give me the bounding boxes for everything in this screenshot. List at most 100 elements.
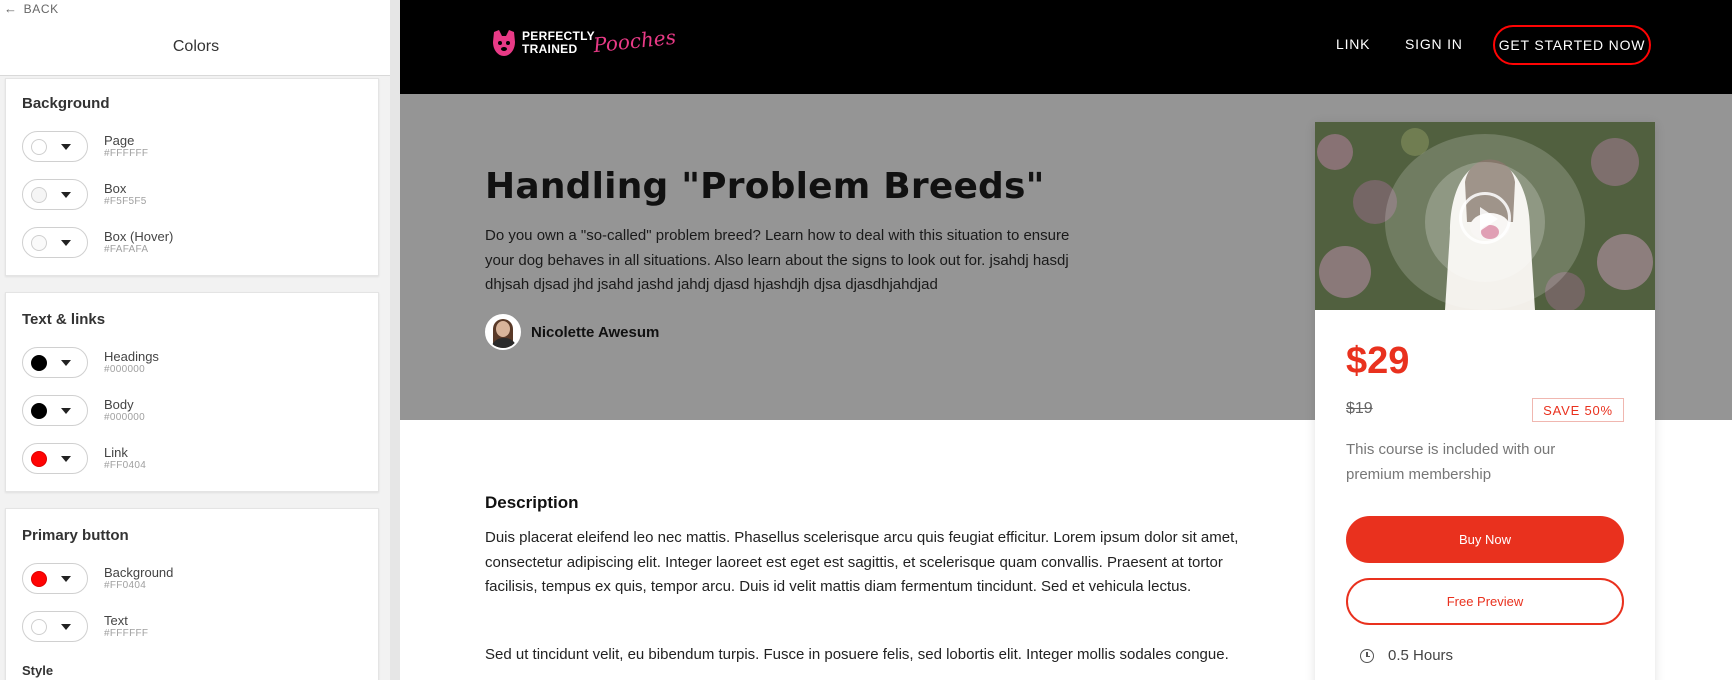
save-badge: SAVE 50% (1532, 398, 1624, 422)
author-name: Nicolette Awesum (531, 323, 660, 341)
dog-face-icon (490, 28, 518, 58)
panel-divider (390, 0, 400, 680)
logo-wordmark: PERFECTLY TRAINED (522, 30, 595, 56)
get-started-button[interactable]: GET STARTED NOW (1493, 25, 1651, 65)
color-hex: #FF0404 (104, 460, 147, 471)
panel-title: Colors (172, 38, 220, 55)
color-row-box-hover: Box (Hover) #FAFAFA (22, 227, 173, 258)
buy-now-button[interactable]: Buy Now (1346, 516, 1624, 563)
nav-sign-in[interactable]: SIGN IN (1405, 36, 1463, 52)
color-name: Link (104, 445, 128, 460)
color-picker-button[interactable] (22, 227, 88, 258)
logo-line-2: TRAINED (522, 42, 578, 56)
color-picker-button[interactable] (22, 347, 88, 378)
section-title: Primary button (22, 527, 129, 544)
color-label: Body #000000 (104, 397, 145, 424)
section-title: Text & links (22, 311, 106, 328)
color-swatch (31, 570, 47, 587)
course-video-thumbnail[interactable] (1315, 122, 1655, 310)
nav-link[interactable]: LINK (1336, 36, 1370, 52)
author: Nicolette Awesum (485, 314, 659, 350)
color-hex: #FFFFFF (104, 628, 149, 639)
site-logo[interactable]: PERFECTLY TRAINED Pooches (490, 24, 677, 58)
color-editor-panel: ← BACK Colors Background Page #FFFFFF Bo… (0, 0, 392, 680)
color-label: Page #FFFFFF (104, 133, 148, 160)
back-button[interactable]: ← BACK (4, 1, 59, 16)
color-swatch (31, 618, 47, 635)
caret-down-icon (61, 143, 71, 150)
original-price: $19 (1346, 400, 1373, 417)
color-swatch (31, 354, 47, 371)
color-label: Background #FF0404 (104, 565, 173, 592)
clock-icon (1360, 648, 1374, 663)
color-picker-button[interactable] (22, 563, 88, 594)
course-price: $29 (1346, 340, 1410, 382)
color-picker-button[interactable] (22, 443, 88, 474)
color-name: Background (104, 565, 174, 580)
color-hex: #000000 (104, 412, 146, 423)
back-label: BACK (23, 1, 59, 16)
color-row-button-text: Text #FFFFFF (22, 611, 148, 642)
background-colors-card: Background Page #FFFFFF Box #F5F5F5 Box … (5, 78, 379, 276)
color-label: Headings #000000 (104, 349, 159, 376)
caret-down-icon (61, 623, 71, 630)
pricing-card: $29 $19 SAVE 50% This course is included… (1315, 122, 1655, 680)
course-title: Handling "Problem Breeds" (485, 166, 1045, 207)
primary-button-colors-card: Primary button Background #FF0404 Text #… (5, 508, 379, 680)
description-paragraph: Duis placerat eleifend leo nec mattis. P… (485, 529, 1239, 595)
color-name: Box (Hover) (104, 229, 174, 244)
color-swatch (31, 186, 47, 203)
caret-down-icon (61, 191, 71, 198)
color-label: Box (Hover) #FAFAFA (104, 229, 173, 256)
section-title: Background (22, 95, 110, 112)
color-row-box: Box #F5F5F5 (22, 179, 147, 210)
color-name: Body (104, 397, 134, 412)
color-label: Box #F5F5F5 (104, 181, 147, 208)
color-name: Box (104, 181, 127, 196)
color-row-page: Page #FFFFFF (22, 131, 148, 162)
color-hex: #FFFFFF (104, 148, 149, 159)
color-name: Text (104, 613, 128, 628)
color-hex: #000000 (104, 364, 146, 375)
course-duration: 0.5 Hours (1346, 647, 1453, 664)
color-swatch (31, 450, 47, 467)
color-label: Link #FF0404 (104, 445, 146, 472)
color-hex: #F5F5F5 (104, 196, 147, 207)
color-picker-button[interactable] (22, 611, 88, 642)
page-preview: PERFECTLY TRAINED Pooches LINK SIGN IN G… (400, 0, 1732, 680)
description-heading: Description (485, 493, 579, 512)
caret-down-icon (61, 407, 71, 414)
color-hex: #FAFAFA (104, 244, 149, 255)
style-subsection-title: Style (22, 663, 54, 678)
panel-header: ← BACK Colors (0, 0, 391, 76)
caret-down-icon (61, 455, 71, 462)
color-picker-button[interactable] (22, 131, 88, 162)
caret-down-icon (61, 239, 71, 246)
arrow-left-icon: ← (4, 1, 18, 16)
color-label: Text #FFFFFF (104, 613, 148, 640)
membership-note: This course is included with our premium… (1346, 441, 1556, 483)
color-name: Page (104, 133, 135, 148)
color-row-headings: Headings #000000 (22, 347, 159, 378)
play-icon[interactable] (1459, 192, 1511, 244)
course-description: Do you own a "so-called" problem breed? … (485, 227, 1070, 293)
description-paragraph: Sed ut tincidunt velit, eu bibendum turp… (485, 646, 1229, 663)
color-name: Headings (104, 349, 159, 364)
free-preview-button[interactable]: Free Preview (1346, 578, 1624, 625)
duration-text: 0.5 Hours (1388, 647, 1454, 664)
color-row-button-background: Background #FF0404 (22, 563, 173, 594)
site-navbar: PERFECTLY TRAINED Pooches LINK SIGN IN G… (400, 0, 1732, 94)
color-picker-button[interactable] (22, 395, 88, 426)
color-hex: #FF0404 (104, 580, 147, 591)
text-links-colors-card: Text & links Headings #000000 Body #0000… (5, 292, 379, 492)
color-swatch (31, 138, 47, 155)
caret-down-icon (61, 359, 71, 366)
color-swatch (31, 402, 47, 419)
color-swatch (31, 234, 47, 251)
caret-down-icon (61, 575, 71, 582)
color-picker-button[interactable] (22, 179, 88, 210)
avatar (485, 314, 521, 350)
color-row-link: Link #FF0404 (22, 443, 146, 474)
color-row-body: Body #000000 (22, 395, 145, 426)
logo-script: Pooches (591, 24, 677, 58)
